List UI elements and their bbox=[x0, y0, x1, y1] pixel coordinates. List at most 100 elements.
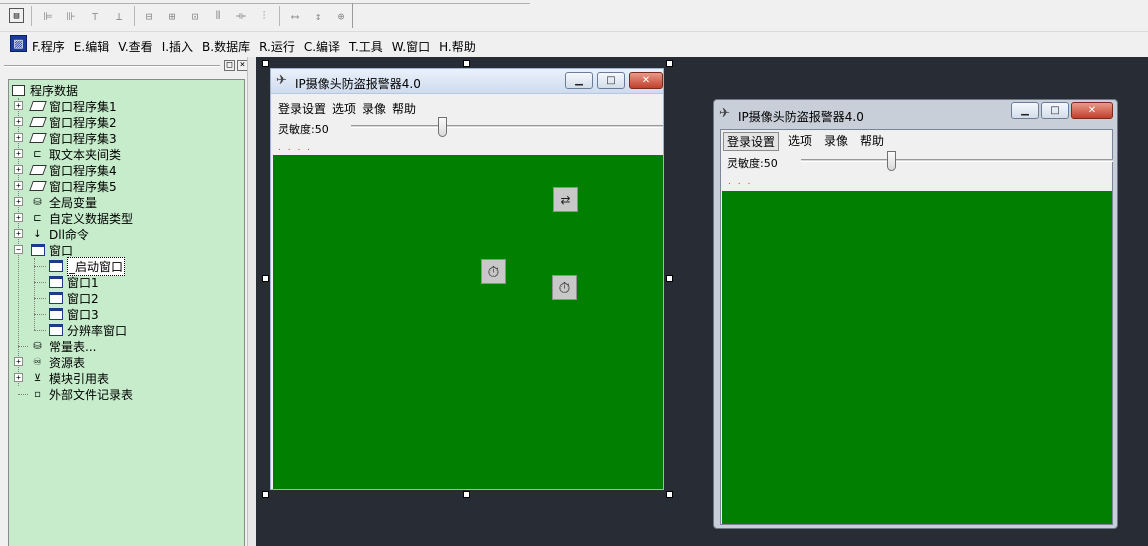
expand-icon[interactable]: + bbox=[14, 165, 23, 174]
sensitivity-slider-thumb[interactable] bbox=[438, 117, 447, 137]
menu-file[interactable]: F.程序 bbox=[32, 38, 65, 55]
tree-item-assembly1[interactable]: + 窗口程序集1 bbox=[14, 98, 117, 114]
menu-insert[interactable]: I.插入 bbox=[162, 38, 193, 55]
tree-item-window3[interactable]: 窗口3 bbox=[48, 306, 99, 322]
sensitivity-slider-thumb[interactable] bbox=[887, 151, 896, 171]
timer-component-icon[interactable]: ⏱ bbox=[481, 259, 506, 284]
tree-item-resources[interactable]: + ♾ 资源表 bbox=[14, 354, 85, 370]
expand-icon[interactable]: + bbox=[14, 357, 23, 366]
close-button[interactable]: ✕ bbox=[1071, 102, 1113, 119]
tree-item-window1[interactable]: 窗口1 bbox=[48, 274, 99, 290]
expand-icon[interactable]: + bbox=[14, 181, 23, 190]
properties-icon[interactable]: ▤ bbox=[9, 8, 24, 23]
design-window[interactable]: ✈ IP摄像头防盗报警器4.0 ▁ □ ✕ 登录设置 选项 录像 帮助 灵敏度:… bbox=[270, 68, 664, 490]
video-area[interactable] bbox=[722, 191, 1112, 524]
resize-handle-left[interactable] bbox=[262, 275, 269, 282]
close-button[interactable]: ✕ bbox=[629, 72, 663, 89]
expand-icon[interactable]: + bbox=[14, 117, 23, 126]
align-top-icon[interactable]: ⊤ bbox=[86, 7, 104, 25]
tree-item-assembly5[interactable]: + 窗口程序集5 bbox=[14, 178, 117, 194]
timer-component-icon[interactable]: ⏱ bbox=[552, 275, 577, 300]
menu-view[interactable]: V.查看 bbox=[118, 38, 152, 55]
resize-handle-right[interactable] bbox=[666, 275, 673, 282]
tree-item-window2[interactable]: 窗口2 bbox=[48, 290, 99, 306]
expand-icon[interactable]: + bbox=[14, 213, 23, 222]
tree-item-class[interactable]: + ⊏ 取文本夹间类 bbox=[14, 146, 121, 162]
network-component-icon[interactable]: ⇄ bbox=[553, 187, 578, 212]
minimize-button[interactable]: ▁ bbox=[565, 72, 593, 89]
design-window-menu: 登录设置 选项 录像 帮助 bbox=[275, 100, 419, 117]
menu-help[interactable]: H.帮助 bbox=[439, 38, 476, 55]
sensitivity-slider-track[interactable] bbox=[351, 125, 663, 128]
center-vertical-icon[interactable]: ↕ bbox=[309, 7, 327, 25]
menu-run[interactable]: R.运行 bbox=[259, 38, 295, 55]
program-data-icon bbox=[11, 84, 26, 97]
menu-compile[interactable]: C.编译 bbox=[304, 38, 340, 55]
menu-help[interactable]: 帮助 bbox=[389, 100, 419, 117]
space-equal-icon[interactable]: ⟛ bbox=[232, 7, 250, 25]
sensitivity-slider-track[interactable] bbox=[801, 159, 1113, 162]
menu-database[interactable]: B.数据库 bbox=[202, 38, 250, 55]
minimize-button[interactable]: ▁ bbox=[1011, 102, 1039, 119]
preview-window[interactable]: ✈ IP摄像头防盗报警器4.0 ▁ □ ✕ 登录设置 选项 录像 帮助 灵敏度:… bbox=[713, 99, 1118, 529]
center-both-icon[interactable]: ⊕ bbox=[332, 7, 350, 25]
menu-login-settings[interactable]: 登录设置 bbox=[275, 100, 329, 117]
space-vertical-icon[interactable]: ⫶ bbox=[255, 7, 273, 25]
tree-item-assembly4[interactable]: + 窗口程序集4 bbox=[14, 162, 117, 178]
tree-item-label: 窗口程序集2 bbox=[49, 115, 117, 130]
menu-record[interactable]: 录像 bbox=[359, 100, 389, 117]
center-horizontal-icon[interactable]: ⟷ bbox=[286, 7, 304, 25]
expand-icon[interactable]: + bbox=[14, 229, 23, 238]
expand-icon[interactable]: + bbox=[14, 373, 23, 382]
resize-handle-top-right[interactable] bbox=[666, 60, 673, 67]
align-bottom-icon[interactable]: ⊥ bbox=[110, 7, 128, 25]
tree-item-constants[interactable]: ⛁ 常量表... bbox=[30, 338, 96, 354]
same-size-icon[interactable]: ⊡ bbox=[186, 7, 204, 25]
tree-item-dll[interactable]: + ↓ Dll命令 bbox=[14, 226, 89, 242]
collapse-icon[interactable]: − bbox=[14, 245, 23, 254]
menu-tools[interactable]: T.工具 bbox=[349, 38, 383, 55]
menu-login-settings[interactable]: 登录设置 bbox=[723, 132, 780, 151]
resize-handle-bottom[interactable] bbox=[463, 491, 470, 498]
panel-splitter[interactable] bbox=[247, 57, 256, 546]
preview-window-title: IP摄像头防盗报警器4.0 bbox=[738, 110, 864, 124]
tree-item-external-files[interactable]: ▫ 外部文件记录表 bbox=[30, 386, 133, 402]
maximize-button[interactable]: □ bbox=[597, 72, 625, 89]
menu-help[interactable]: 帮助 bbox=[857, 132, 887, 151]
expand-icon[interactable]: + bbox=[14, 133, 23, 142]
tree-root[interactable]: 程序数据 bbox=[11, 82, 78, 98]
menu-options[interactable]: 选项 bbox=[329, 100, 359, 117]
expand-icon[interactable]: + bbox=[14, 149, 23, 158]
align-left-icon[interactable]: ⊫ bbox=[39, 7, 57, 25]
tree-item-global-vars[interactable]: + ⛁ 全局变量 bbox=[14, 194, 97, 210]
space-horizontal-icon[interactable]: ⫴ bbox=[209, 7, 227, 25]
tree-item-label: 窗口程序集1 bbox=[49, 99, 117, 114]
camera-icon: ✈ bbox=[276, 73, 287, 88]
tree-item-assembly2[interactable]: + 窗口程序集2 bbox=[14, 114, 117, 130]
preview-window-client: 登录设置 选项 录像 帮助 灵敏度:50 . . . bbox=[720, 129, 1113, 525]
expand-icon[interactable]: + bbox=[14, 101, 23, 110]
window-icon bbox=[48, 292, 63, 305]
tree-item-label: 窗口2 bbox=[67, 291, 99, 306]
design-window-title: IP摄像头防盗报警器4.0 bbox=[295, 77, 421, 91]
tree-item-custom-types[interactable]: + ⊏ 自定义数据类型 bbox=[14, 210, 133, 226]
resize-handle-top[interactable] bbox=[463, 60, 470, 67]
resize-handle-bottom-left[interactable] bbox=[262, 491, 269, 498]
tree-item-resolution-window[interactable]: 分辨率窗口 bbox=[48, 322, 127, 338]
tree-item-assembly3[interactable]: + 窗口程序集3 bbox=[14, 130, 117, 146]
same-width-icon[interactable]: ⊟ bbox=[140, 7, 158, 25]
expand-icon[interactable]: + bbox=[14, 197, 23, 206]
maximize-button[interactable]: □ bbox=[1041, 102, 1069, 119]
menu-window[interactable]: W.窗口 bbox=[392, 38, 430, 55]
menu-record[interactable]: 录像 bbox=[821, 132, 851, 151]
same-height-icon[interactable]: ⊞ bbox=[163, 7, 181, 25]
resize-handle-bottom-right[interactable] bbox=[666, 491, 673, 498]
tree-item-module-refs[interactable]: + ⊻ 模块引用表 bbox=[14, 370, 109, 386]
menu-options[interactable]: 选项 bbox=[785, 132, 815, 151]
panel-restore-button[interactable]: □ bbox=[224, 60, 235, 71]
video-area[interactable] bbox=[273, 155, 663, 489]
tree-item-startup-window[interactable]: _启动窗口 bbox=[48, 256, 126, 276]
resize-handle-top-left[interactable] bbox=[262, 60, 269, 67]
menu-edit[interactable]: E.编辑 bbox=[74, 38, 109, 55]
align-center-icon[interactable]: ⊪ bbox=[62, 7, 80, 25]
